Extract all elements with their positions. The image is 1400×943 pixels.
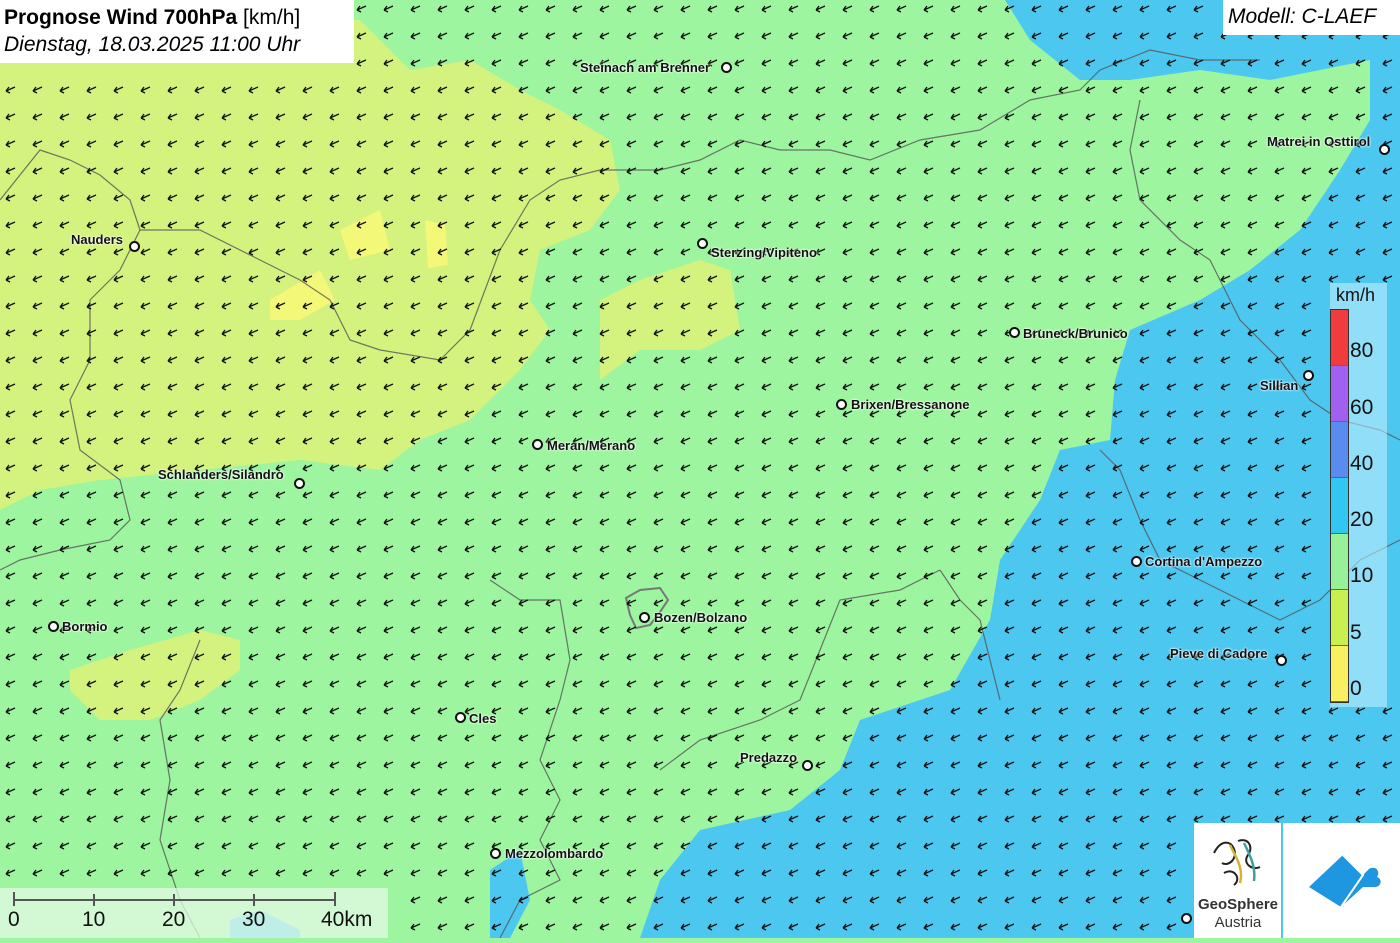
city-label-mezzolombardo: Mezzolombardo (505, 846, 604, 861)
city-marker-brixen[interactable] (836, 399, 847, 410)
city-marker-cles[interactable] (455, 712, 466, 723)
map-unit: [km/h] (243, 6, 301, 29)
legend-label: 5 (1350, 621, 1362, 644)
legend-color-segment (1331, 366, 1348, 422)
city-marker-cortina[interactable] (1131, 556, 1142, 567)
city-marker-steinach[interactable] (721, 62, 732, 73)
legend-unit: km/h (1336, 285, 1376, 305)
scale-label: 20 (162, 908, 186, 931)
logo-line1: GeoSphere (1197, 896, 1279, 913)
scale-label: 10 (82, 908, 106, 931)
city-marker-predazzo[interactable] (802, 760, 813, 771)
legend-label: 80 (1350, 339, 1374, 362)
city-label-nauders: Nauders (71, 232, 124, 247)
map-title: Prognose Wind 700hPa (4, 6, 238, 29)
legend-label: 10 (1350, 564, 1374, 587)
city-label-bormio: Bormio (62, 619, 108, 634)
legend-colorbar (1330, 309, 1349, 703)
city-label-matrei: Matrei in Osttirol (1267, 134, 1371, 149)
city-marker-sterzing[interactable] (697, 238, 708, 249)
city-label-bruneck: Bruneck/Brunico (1023, 326, 1128, 341)
title-box: Prognose Wind 700hPa [km/h] Dienstag, 18… (0, 0, 354, 63)
city-marker-schlanders[interactable] (294, 478, 305, 489)
legend-color-segment (1331, 422, 1348, 478)
calm-area-3 (425, 220, 448, 268)
city-label-sterzing: Sterzing/Vipiteno (711, 245, 817, 260)
city-label-brixen: Brixen/Bressanone (851, 397, 970, 412)
legend-label: 40 (1350, 452, 1374, 475)
city-label-predazzo: Predazzo (740, 750, 798, 765)
cloud-logo[interactable] (1283, 823, 1400, 938)
geosphere-emblem-icon (1213, 839, 1261, 886)
scale-label: 30 (242, 908, 266, 931)
city-label-sillian: Sillian (1260, 378, 1299, 393)
legend-color-segment (1331, 590, 1348, 646)
city-label-schlanders: Schlanders/Silandro (158, 467, 284, 482)
city-marker-meran[interactable] (532, 439, 543, 450)
city-marker-bormio[interactable] (48, 621, 59, 632)
legend-color-segment (1331, 646, 1348, 702)
city-label-steinach: Steinach am Brenner (580, 60, 711, 75)
legend-label: 60 (1350, 396, 1374, 419)
cloud-arrow-icon (1309, 854, 1381, 908)
city-marker-mezzolombardo[interactable] (490, 848, 501, 859)
model-label: Modell: C-LAEF (1223, 0, 1400, 35)
map-datetime: Dienstag, 18.03.2025 11:00 Uhr (4, 33, 301, 56)
city-label-bozen: Bozen/Bolzano (654, 610, 748, 625)
city-marker-sillian[interactable] (1303, 370, 1314, 381)
scale-label: 40km (321, 908, 373, 931)
title-line: Prognose Wind 700hPa [km/h] (4, 4, 354, 31)
city-marker-bruneck[interactable] (1009, 327, 1020, 338)
scale-label: 0 (8, 908, 20, 931)
city-marker-nauders[interactable] (129, 241, 140, 252)
city-label-pieve: Pieve di Cadore (1170, 646, 1268, 661)
city-label-meran: Meran/Merano (547, 438, 636, 453)
legend-label: 20 (1350, 508, 1374, 531)
legend-label: 0 (1350, 677, 1362, 700)
city-marker-unnamed[interactable] (1181, 913, 1192, 924)
city-label-cortina: Cortina d'Ampezzo (1145, 554, 1263, 569)
city-marker-bozen[interactable] (639, 612, 650, 623)
legend-color-segment (1331, 534, 1348, 590)
legend-color-segment (1331, 478, 1348, 534)
city-label-cles: Cles (469, 711, 497, 726)
city-marker-matrei[interactable] (1379, 144, 1390, 155)
logo-line2: Austria (1214, 914, 1262, 931)
legend-color-segment (1331, 310, 1348, 366)
city-marker-pieve[interactable] (1276, 655, 1287, 666)
